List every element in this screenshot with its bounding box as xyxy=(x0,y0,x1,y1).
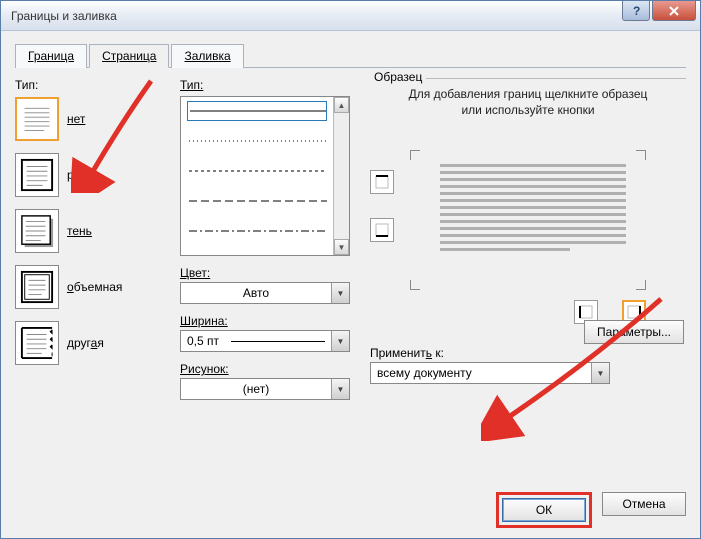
border-top-button[interactable] xyxy=(370,170,394,194)
style-solid[interactable] xyxy=(187,101,327,121)
borders-shading-dialog: Границы и заливка ? Граница Страница Зал… xyxy=(0,0,701,539)
border-bottom-button[interactable] xyxy=(370,218,394,242)
style-scrollbar[interactable]: ▲ ▼ xyxy=(333,97,349,255)
style-dotted[interactable] xyxy=(187,131,327,151)
scroll-up-icon[interactable]: ▲ xyxy=(334,97,349,113)
ok-highlight: ОК xyxy=(496,492,592,528)
setting-label: Тип: xyxy=(15,78,170,92)
close-button[interactable] xyxy=(652,1,696,21)
color-label: Цвет: xyxy=(180,266,360,280)
art-value: (нет) xyxy=(181,382,331,396)
window-title: Границы и заливка xyxy=(11,9,117,23)
setting-none-icon xyxy=(15,97,59,141)
preview-page-icon xyxy=(440,164,626,251)
titlebar: Границы и заливка ? xyxy=(1,1,700,31)
setting-shadow-icon xyxy=(15,209,59,253)
setting-box[interactable]: рамка xyxy=(15,152,170,198)
setting-3d-label: объемная xyxy=(67,280,122,294)
style-dashed[interactable] xyxy=(187,191,327,211)
chevron-down-icon: ▼ xyxy=(591,363,609,383)
setting-shadow[interactable]: тень xyxy=(15,208,170,254)
ok-button[interactable]: ОК xyxy=(502,498,586,522)
scroll-down-icon[interactable]: ▼ xyxy=(334,239,349,255)
color-value: Авто xyxy=(181,286,331,300)
style-label: Тип: xyxy=(180,78,360,92)
chevron-down-icon: ▼ xyxy=(331,379,349,399)
setting-box-label: рамка xyxy=(67,168,101,182)
setting-none[interactable]: нет xyxy=(15,96,170,142)
style-dashed-fine[interactable] xyxy=(187,161,327,181)
tab-borders[interactable]: Граница xyxy=(15,44,87,68)
style-dashdot[interactable] xyxy=(187,221,327,241)
setting-3d[interactable]: объемная xyxy=(15,264,170,310)
svg-text:?: ? xyxy=(633,5,640,17)
chevron-down-icon: ▼ xyxy=(331,331,349,351)
tab-shading[interactable]: Заливка xyxy=(171,44,243,68)
setting-none-label: нет xyxy=(67,112,85,126)
preview-area[interactable] xyxy=(370,130,686,310)
setting-custom[interactable]: другая xyxy=(15,320,170,366)
setting-custom-icon xyxy=(15,321,59,365)
apply-dropdown[interactable]: всему документу ▼ xyxy=(370,362,610,384)
setting-box-icon xyxy=(15,153,59,197)
preview-label: Образец xyxy=(370,70,426,84)
setting-custom-label: другая xyxy=(67,336,104,350)
chevron-down-icon: ▼ xyxy=(331,283,349,303)
apply-value: всему документу xyxy=(371,366,591,380)
width-value: 0,5 пт xyxy=(181,334,225,348)
width-dropdown[interactable]: 0,5 пт ▼ xyxy=(180,330,350,352)
options-button[interactable]: Параметры... xyxy=(584,320,684,344)
color-dropdown[interactable]: Авто ▼ xyxy=(180,282,350,304)
tab-page[interactable]: Страница xyxy=(89,44,169,68)
tab-strip: Граница Страница Заливка xyxy=(15,43,686,68)
art-label: Рисунок: xyxy=(180,362,360,376)
preview-hint: Для добавления границ щелкните образец и… xyxy=(400,87,656,118)
setting-3d-icon xyxy=(15,265,59,309)
art-dropdown[interactable]: (нет) ▼ xyxy=(180,378,350,400)
apply-label: Применить к: xyxy=(370,346,686,360)
width-label: Ширина: xyxy=(180,314,360,328)
help-button[interactable]: ? xyxy=(622,1,650,21)
cancel-button[interactable]: Отмена xyxy=(602,492,686,516)
setting-shadow-label: тень xyxy=(67,224,92,238)
width-sample-line xyxy=(231,341,325,342)
style-list[interactable]: ▲ ▼ xyxy=(180,96,350,256)
